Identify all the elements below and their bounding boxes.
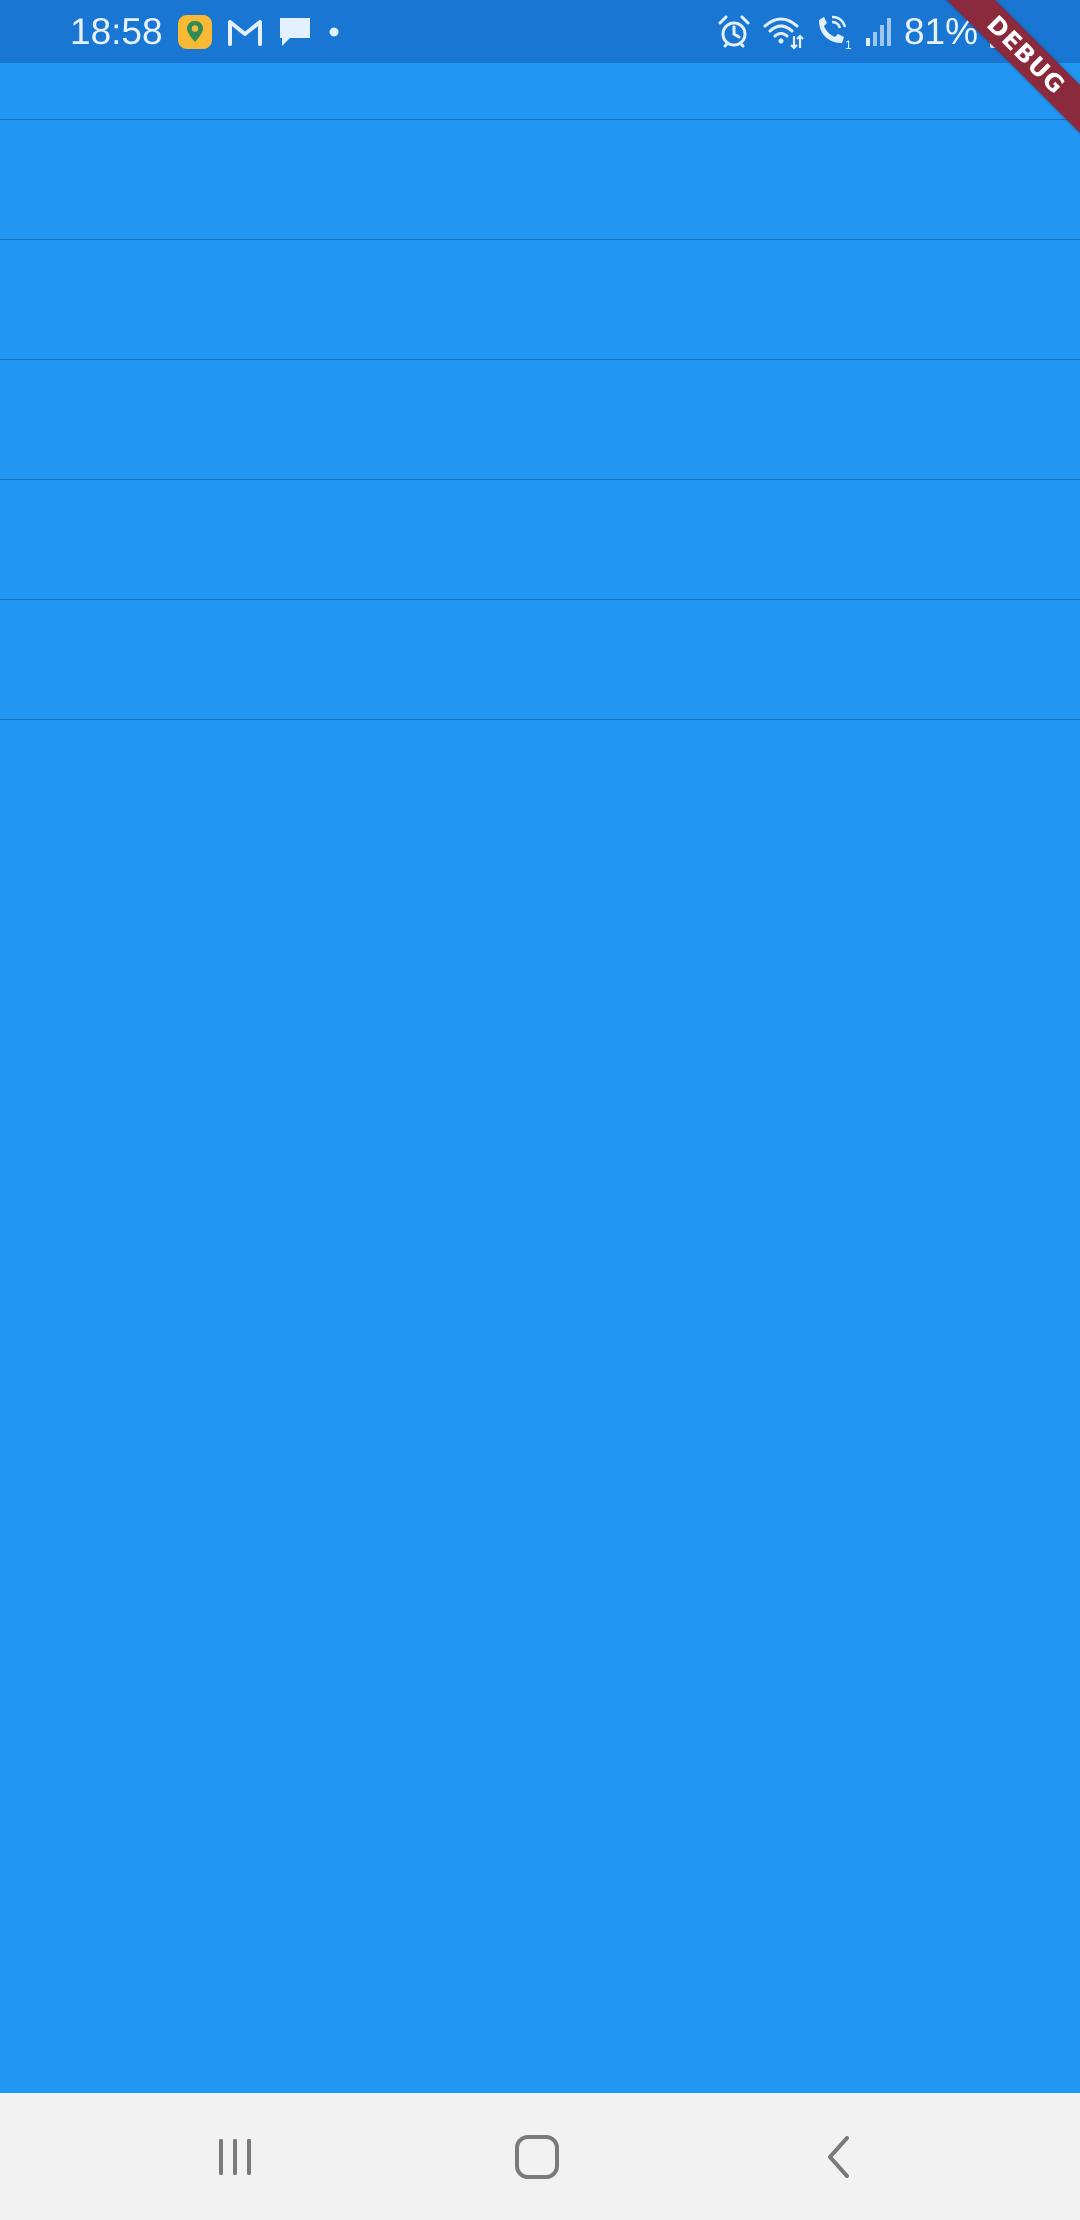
list-item[interactable] [0,120,1080,240]
alarm-icon [716,14,752,50]
navigation-bar [0,2093,1080,2220]
signal-icon [864,16,894,48]
list-item[interactable] [0,480,1080,600]
list-item[interactable] [0,240,1080,360]
message-icon [277,15,313,49]
more-dot-icon [327,25,341,39]
home-button[interactable] [467,2093,607,2220]
battery-percentage: 81% [903,10,978,52]
list-item[interactable] [0,63,1080,120]
status-bar-left: 18:58 [70,0,355,63]
status-bar-right: 1 81% [706,0,1010,63]
location-app-icon [177,14,213,50]
list-item[interactable] [0,600,1080,720]
notification-icons [177,14,355,50]
recents-icon [219,2138,251,2175]
app-screen: 18:58 1 81% DEBUG [0,0,1080,2220]
home-icon [515,2134,559,2179]
wifi-icon [762,14,804,50]
svg-text:1: 1 [845,38,852,50]
back-icon [828,2135,849,2178]
status-clock: 18:58 [70,10,163,52]
wifi-calling-icon: 1 [814,14,854,50]
gmail-icon [227,17,263,47]
back-button[interactable] [770,2093,910,2220]
recents-button[interactable] [165,2093,305,2220]
battery-charging-icon [988,14,1010,50]
item-list [0,63,1080,720]
status-bar: 18:58 1 81% [0,0,1080,63]
list-item[interactable] [0,360,1080,480]
